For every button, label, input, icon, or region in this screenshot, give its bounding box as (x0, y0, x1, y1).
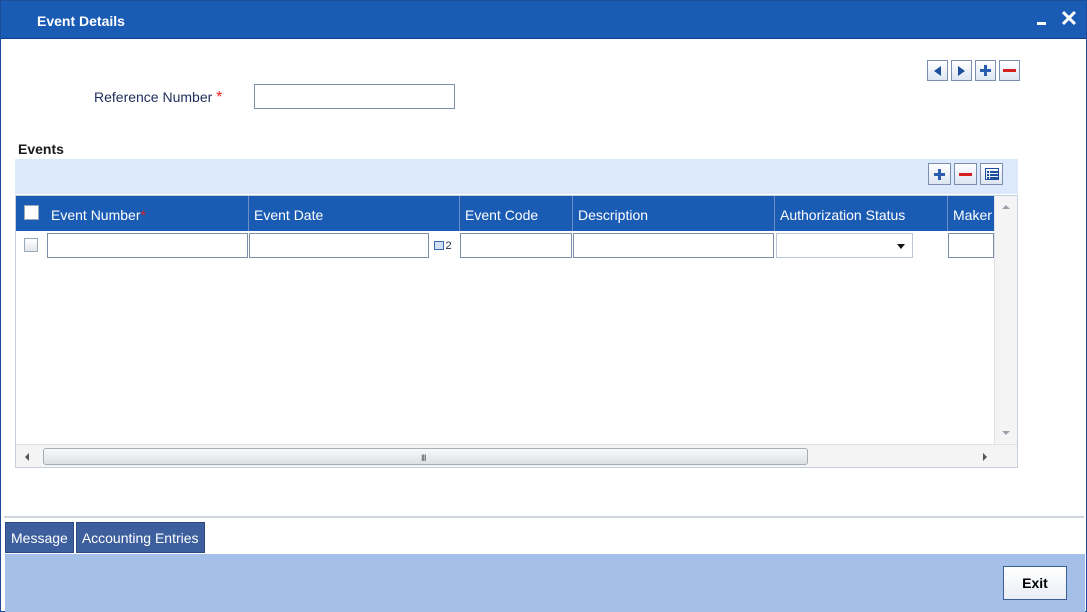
column-maker[interactable]: Maker (948, 196, 994, 231)
column-label: Event Date (254, 207, 324, 223)
bottom-tabs: Message Accounting Entries (5, 522, 205, 553)
prev-record-button[interactable] (927, 60, 948, 81)
record-navigation (927, 60, 1020, 81)
required-marker: * (140, 207, 146, 223)
scroll-left-icon[interactable] (25, 453, 29, 461)
delete-row-button[interactable] (954, 163, 977, 185)
event-number-field[interactable] (47, 233, 248, 258)
tab-accounting-entries[interactable]: Accounting Entries (75, 522, 205, 553)
scroll-right-icon[interactable] (983, 453, 987, 461)
description-field[interactable] (573, 233, 774, 258)
prev-record-icon (934, 65, 941, 76)
row-checkbox[interactable] (24, 238, 38, 252)
maker-field[interactable] (948, 233, 994, 258)
exit-button[interactable]: Exit (1003, 566, 1067, 600)
table-row: 2 (16, 231, 994, 259)
delete-record-button[interactable] (999, 60, 1020, 81)
authorization-status-select[interactable] (776, 233, 913, 258)
add-row-button[interactable] (928, 163, 951, 185)
add-record-icon (980, 65, 991, 76)
close-icon[interactable]: ✕ (1059, 7, 1079, 31)
event-details-window: Event Details ✕ Reference Number * Event… (0, 0, 1087, 612)
grid-header: Event Number* Event Date Event Code Desc… (16, 196, 994, 231)
footer-bar: Exit (5, 554, 1085, 612)
date-picker-button[interactable]: 2 (431, 234, 455, 257)
column-authorization-status[interactable]: Authorization Status (775, 196, 948, 231)
minimize-icon[interactable] (1035, 11, 1049, 27)
events-toolbar-buttons (928, 163, 1003, 185)
reference-number-label: Reference Number * (94, 89, 222, 107)
events-toolbar (15, 159, 1018, 194)
scroll-grip: III (421, 453, 426, 463)
add-record-button[interactable] (975, 60, 996, 81)
delete-record-icon (1003, 65, 1016, 76)
events-section-title: Events (18, 141, 64, 157)
required-marker: * (216, 89, 223, 106)
reference-number-label-text: Reference Number (94, 89, 213, 105)
reference-number-input[interactable] (254, 84, 455, 109)
delete-row-icon (959, 169, 972, 180)
single-view-icon (984, 168, 999, 180)
single-view-button[interactable] (980, 163, 1003, 185)
calendar-icon (434, 241, 445, 250)
next-record-icon (958, 65, 965, 76)
column-event-number[interactable]: Event Number* (46, 196, 249, 231)
column-label: Event Code (465, 207, 539, 223)
column-description[interactable]: Description (573, 196, 775, 231)
events-grid: Event Number* Event Date Event Code Desc… (15, 195, 1018, 468)
horizontal-scrollbar[interactable]: III (16, 444, 1017, 467)
event-code-field[interactable] (460, 233, 572, 258)
tab-message[interactable]: Message (5, 522, 74, 553)
next-record-button[interactable] (951, 60, 972, 81)
column-label: Maker (953, 207, 992, 223)
scroll-thumb[interactable]: III (43, 448, 808, 465)
calendar-label: 2 (445, 239, 452, 252)
column-label: Event Number (51, 207, 141, 223)
scroll-up-icon[interactable] (1002, 205, 1010, 209)
column-event-code[interactable]: Event Code (460, 196, 573, 231)
column-label: Description (578, 207, 649, 223)
add-row-icon (934, 168, 945, 180)
event-date-field[interactable] (249, 233, 429, 258)
column-event-date[interactable]: Event Date (249, 196, 460, 231)
divider (4, 516, 1084, 518)
scroll-down-icon[interactable] (1002, 431, 1010, 435)
chevron-down-icon (897, 244, 905, 249)
vertical-scrollbar[interactable] (994, 196, 1017, 444)
title-bar[interactable]: Event Details ✕ (1, 1, 1086, 39)
select-all-checkbox[interactable] (24, 205, 39, 220)
column-label: Authorization Status (780, 207, 906, 223)
window-title: Event Details (37, 13, 125, 29)
